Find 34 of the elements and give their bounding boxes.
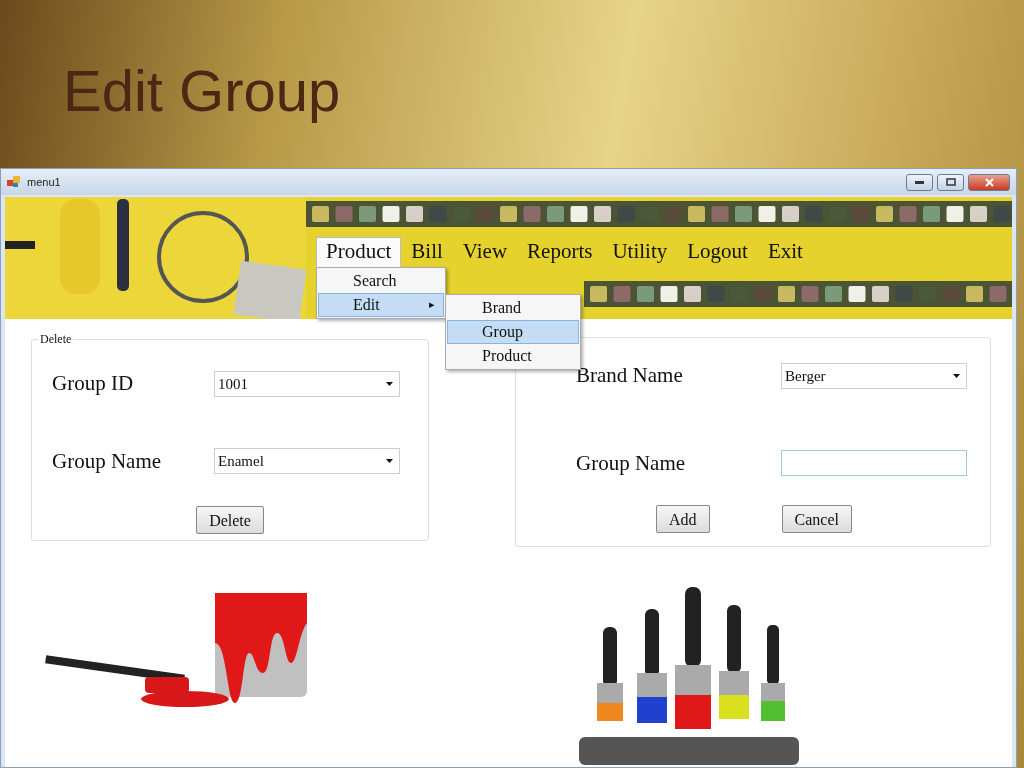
dropdown-caret-icon (953, 373, 960, 378)
menu-entry[interactable]: Brand (447, 295, 579, 320)
cancel-button[interactable]: Cancel (781, 505, 852, 533)
dropdown-field[interactable]: 1001 (214, 370, 400, 397)
dropdown-field[interactable]: Berger (781, 362, 967, 389)
menu-entry[interactable]: Search (318, 268, 444, 293)
minimize-button[interactable] (906, 173, 933, 191)
dropdown-caret-icon (386, 459, 393, 464)
submenu-arrow: ▸ (429, 297, 435, 313)
minimize-icon (915, 180, 924, 184)
field-label: Group ID (52, 370, 135, 397)
menu-item[interactable]: Reports (517, 237, 603, 267)
field-label: Group Name (576, 449, 687, 477)
close-icon (984, 177, 994, 187)
field-label: Group Name (52, 447, 163, 475)
menu-item[interactable]: Logout (677, 237, 758, 267)
dropdown-caret-icon (386, 381, 393, 386)
close-button[interactable] (968, 173, 1010, 191)
menu-item[interactable]: Bill (401, 237, 453, 267)
menu-entry[interactable]: Group (447, 319, 579, 344)
add-button[interactable]: Add (656, 505, 710, 533)
menu-item[interactable]: Utility (602, 237, 678, 267)
dropdown-field[interactable]: Enamel (214, 448, 400, 475)
maximize-icon (945, 178, 956, 186)
window-title: menu1 (27, 174, 61, 190)
app-icon (7, 176, 21, 188)
delete-button[interactable]: Delete (196, 506, 264, 534)
text-field[interactable] (781, 450, 967, 477)
menu-item[interactable]: View (452, 237, 518, 267)
menu-entry[interactable]: Product (447, 343, 579, 368)
menu-item[interactable]: Product (316, 237, 402, 267)
menu-item[interactable]: Exit (757, 237, 813, 267)
field-label: Brand Name (576, 362, 684, 389)
maximize-button[interactable] (937, 173, 964, 191)
